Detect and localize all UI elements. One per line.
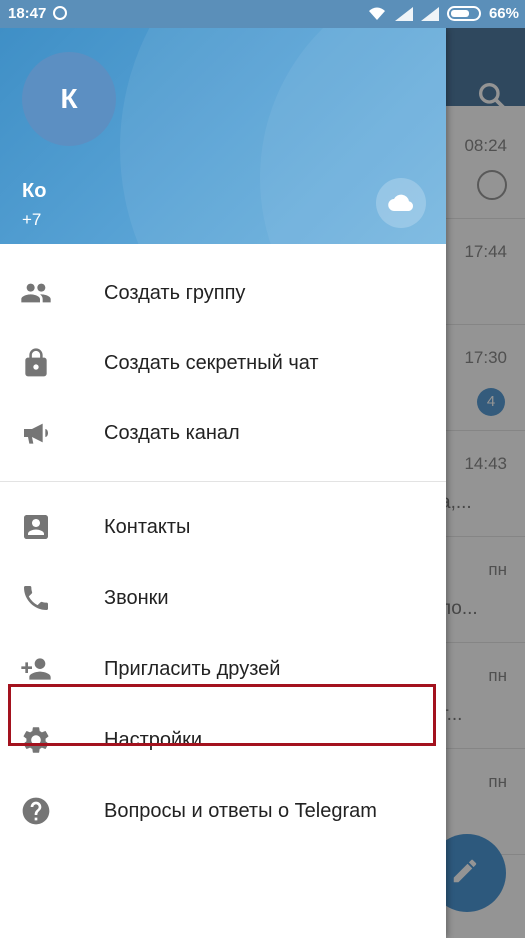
group-icon	[21, 283, 51, 303]
navigation-drawer: К Ко +7 Создать группу Создать секретный…	[0, 28, 446, 938]
status-bar: 18:47 66%	[0, 0, 525, 28]
add-person-icon	[21, 658, 51, 680]
settings-highlight-frame	[8, 684, 436, 746]
contact-card-icon	[24, 515, 48, 539]
status-right: 66%	[367, 5, 519, 22]
signal-icon	[394, 6, 413, 21]
drawer-header: К Ко +7	[0, 28, 446, 244]
lock-icon	[25, 348, 47, 377]
telegram-notification-icon	[53, 6, 67, 20]
menu-item-new-channel[interactable]: Создать канал	[0, 398, 446, 468]
menu-item-label: Создать секретный чат	[104, 351, 319, 374]
menu-item-contacts[interactable]: Контакты	[0, 492, 446, 562]
phone-icon	[24, 586, 48, 610]
status-time: 18:47	[8, 5, 47, 22]
menu-item-label: Контакты	[104, 515, 191, 538]
avatar[interactable]: К	[22, 52, 116, 146]
battery-icon	[446, 6, 481, 21]
menu-item-label: Звонки	[104, 586, 169, 609]
signal-icon-2	[420, 6, 439, 21]
menu-item-faq[interactable]: Вопросы и ответы о Telegram	[0, 776, 446, 846]
user-phone: +7	[22, 210, 42, 229]
battery-level: 66%	[488, 5, 519, 22]
menu-item-calls[interactable]: Звонки	[0, 563, 446, 633]
help-icon	[22, 797, 50, 825]
cloud-icon	[388, 194, 414, 212]
menu-divider	[0, 481, 446, 482]
menu-item-label: Создать группу	[104, 281, 246, 304]
menu-item-label: Вопросы и ответы о Telegram	[104, 799, 377, 822]
wifi-icon	[368, 7, 385, 20]
menu-item-label: Пригласить друзей	[104, 657, 281, 680]
menu-item-new-group[interactable]: Создать группу	[0, 258, 446, 328]
menu-item-label: Создать канал	[104, 421, 240, 444]
megaphone-icon	[24, 423, 48, 444]
saved-messages-button[interactable]	[376, 178, 426, 228]
user-name: Ко	[22, 180, 47, 202]
menu-item-secret-chat[interactable]: Создать секретный чат	[0, 328, 446, 398]
